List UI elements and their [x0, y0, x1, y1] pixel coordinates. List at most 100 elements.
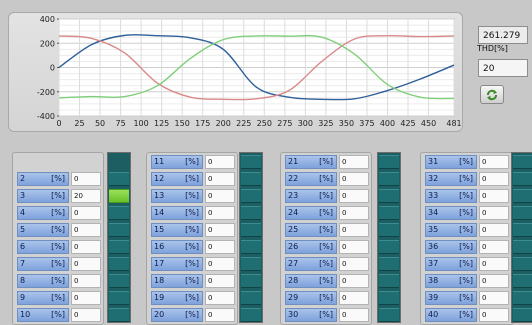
harmonic-value-input[interactable]: 0: [71, 240, 101, 254]
harmonic-value-input[interactable]: 0: [71, 206, 101, 220]
harmonic-number: 32: [428, 174, 439, 183]
harmonic-group-1: 2 [%] 0 3 [%] 20 4 [%] 0 5 [%] 0 6 [%] 0 7 [%] 0 8 [%] 0 9 [%]…: [12, 152, 104, 325]
x-tick-label: 400: [380, 119, 395, 128]
harmonic-unit: [%]: [185, 157, 199, 166]
harmonic-value-input[interactable]: 0: [479, 189, 509, 203]
harmonic-value-input[interactable]: 0: [479, 206, 509, 220]
refresh-icon: [487, 89, 497, 100]
harmonic-number: 17: [154, 259, 165, 268]
harmonic-value-input[interactable]: 0: [479, 155, 509, 169]
harmonic-unit: [%]: [319, 191, 333, 200]
harmonic-value-input[interactable]: 20: [71, 189, 101, 203]
harmonic-value-input[interactable]: 0: [205, 189, 235, 203]
harmonic-value-input[interactable]: 0: [339, 155, 369, 169]
harmonic-unit: [%]: [185, 259, 199, 268]
harmonic-value-input[interactable]: 0: [479, 291, 509, 305]
harmonic-label: 28 [%]: [285, 274, 337, 288]
x-tick-label: 481: [446, 119, 461, 128]
harmonic-group-4: 31 [%] 0 32 [%] 0 33 [%] 0 34 [%] 0 35 [%] 0 36 [%] 0 37 [%…: [420, 152, 514, 325]
indicator-led: [241, 240, 261, 254]
indicator-led: [241, 257, 261, 271]
harmonic-unit: [%]: [51, 191, 65, 200]
harmonic-unit: [%]: [319, 157, 333, 166]
harmonic-value-input[interactable]: 0: [71, 223, 101, 237]
harmonic-value-input[interactable]: 0: [71, 308, 101, 322]
harmonic-value-input[interactable]: 0: [339, 291, 369, 305]
harmonic-number: 2: [20, 174, 26, 183]
x-tick-label: 275: [277, 119, 292, 128]
harmonic-number: 31: [428, 157, 439, 166]
harmonic-number: 28: [288, 276, 299, 285]
harmonic-value-input[interactable]: 0: [205, 274, 235, 288]
waveform-chart-panel: 400 200 0 -200 -400 0 25 50 75 100 125 150 175 200 225…: [8, 12, 463, 132]
harmonic-unit: [%]: [319, 276, 333, 285]
x-tick-label: 25: [74, 119, 84, 128]
harmonic-number: 16: [154, 242, 165, 251]
harmonic-unit: [%]: [459, 293, 473, 302]
value-display: 261.279: [478, 26, 528, 44]
harmonic-label: 4 [%]: [17, 206, 69, 220]
harmonic-label: 9 [%]: [17, 291, 69, 305]
refresh-button[interactable]: [480, 85, 504, 104]
harmonic-value-input[interactable]: 0: [479, 223, 509, 237]
harmonic-number: 8: [20, 276, 26, 285]
harmonic-value-input[interactable]: 0: [339, 257, 369, 271]
harmonic-unit: [%]: [459, 276, 473, 285]
harmonic-value-input[interactable]: 0: [339, 172, 369, 186]
harmonic-label: 31 [%]: [425, 155, 477, 169]
indicator-led: [241, 274, 261, 288]
harmonic-value-input[interactable]: 0: [205, 308, 235, 322]
indicator-led: [513, 189, 532, 203]
harmonic-label: 27 [%]: [285, 257, 337, 271]
harmonic-value-input[interactable]: 0: [205, 155, 235, 169]
indicator-led: [379, 223, 399, 237]
harmonic-value-input[interactable]: 0: [339, 240, 369, 254]
harmonic-value-input[interactable]: 0: [479, 257, 509, 271]
harmonic-unit: [%]: [51, 225, 65, 234]
indicator-led: [379, 257, 399, 271]
indicator-led: [379, 189, 399, 203]
indicator-led: [241, 172, 261, 186]
harmonic-label: 18 [%]: [151, 274, 203, 288]
harmonic-unit: [%]: [51, 293, 65, 302]
harmonic-value-input[interactable]: 0: [339, 223, 369, 237]
indicator-led: [379, 155, 399, 169]
harmonic-number: 20: [154, 310, 165, 319]
harmonic-label: 17 [%]: [151, 257, 203, 271]
x-tick-label: 250: [257, 119, 272, 128]
harmonic-value-input[interactable]: 0: [205, 240, 235, 254]
harmonic-value-input[interactable]: 0: [205, 172, 235, 186]
indicator-column-2: [239, 152, 263, 323]
harmonic-value-input[interactable]: 0: [71, 274, 101, 288]
harmonic-value-input[interactable]: 0: [339, 206, 369, 220]
harmonic-value-input[interactable]: 0: [205, 206, 235, 220]
harmonic-value-input[interactable]: 0: [479, 240, 509, 254]
harmonic-value-input[interactable]: 0: [205, 257, 235, 271]
harmonic-number: 12: [154, 174, 165, 183]
harmonic-number: 39: [428, 293, 439, 302]
harmonic-unit: [%]: [185, 225, 199, 234]
harmonic-label: 38 [%]: [425, 274, 477, 288]
harmonic-label: 25 [%]: [285, 223, 337, 237]
harmonic-value-input[interactable]: 0: [339, 308, 369, 322]
thd-input[interactable]: 20: [478, 59, 528, 77]
indicator-led: [109, 274, 129, 288]
harmonic-value-input[interactable]: 0: [339, 189, 369, 203]
harmonic-label: 16 [%]: [151, 240, 203, 254]
harmonic-number: 19: [154, 293, 165, 302]
harmonic-value-input[interactable]: 0: [205, 291, 235, 305]
harmonic-unit: [%]: [51, 310, 65, 319]
harmonic-value-input[interactable]: 0: [205, 223, 235, 237]
harmonic-number: 37: [428, 259, 439, 268]
x-tick-label: 325: [318, 119, 333, 128]
harmonic-value-input[interactable]: 0: [479, 308, 509, 322]
harmonic-value-input[interactable]: 0: [71, 172, 101, 186]
harmonic-value-input[interactable]: 0: [71, 257, 101, 271]
harmonic-label: 12 [%]: [151, 172, 203, 186]
indicator-led: [109, 206, 129, 220]
harmonic-value-input[interactable]: 0: [339, 274, 369, 288]
harmonic-value-input[interactable]: 0: [479, 274, 509, 288]
harmonic-unit: [%]: [459, 225, 473, 234]
harmonic-value-input[interactable]: 0: [479, 172, 509, 186]
harmonic-value-input[interactable]: 0: [71, 291, 101, 305]
